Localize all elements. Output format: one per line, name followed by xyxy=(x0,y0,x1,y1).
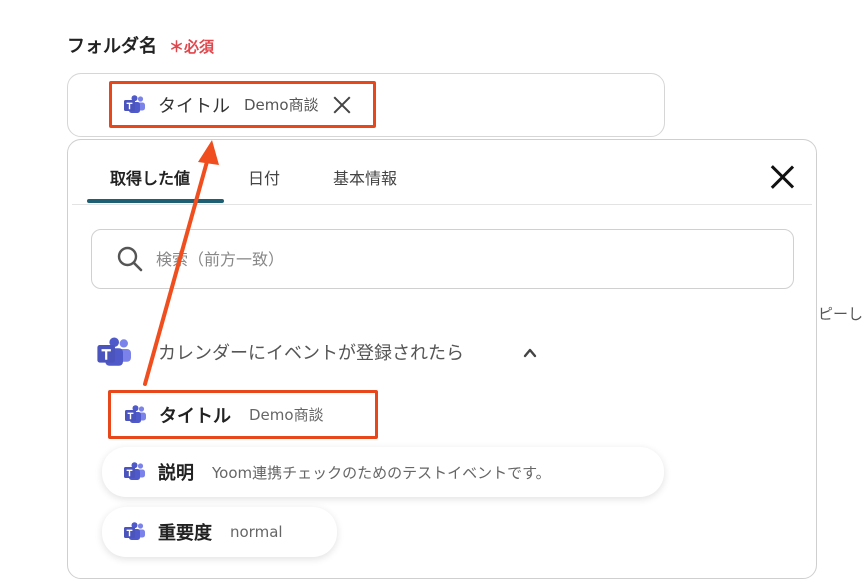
remove-chip-icon[interactable] xyxy=(331,94,353,116)
close-panel-icon[interactable] xyxy=(769,164,795,190)
search-input[interactable] xyxy=(154,248,718,270)
chip-value: Demo商談 xyxy=(244,96,319,114)
teams-icon xyxy=(124,522,145,540)
teams-icon xyxy=(124,94,145,113)
item-label: 説明 xyxy=(158,463,194,484)
list-item-title[interactable]: タイトル Demo商談 xyxy=(108,390,378,439)
search-icon xyxy=(117,246,143,272)
chip-label: タイトル xyxy=(158,95,230,117)
tab-date[interactable]: 日付 xyxy=(248,165,280,189)
teams-icon xyxy=(125,404,146,423)
item-label: 重要度 xyxy=(158,523,212,544)
required-badge: ＊必須 xyxy=(169,38,215,56)
item-value: normal xyxy=(230,523,283,541)
teams-icon xyxy=(97,337,131,366)
active-tab-indicator xyxy=(87,199,224,203)
tab-acquired-values[interactable]: 取得した値 xyxy=(110,165,190,189)
search-field[interactable] xyxy=(91,229,794,289)
section-title: カレンダーにイベントが登録されたら xyxy=(158,343,464,364)
list-item-description[interactable]: 説明 Yoom連携チェックのためのテストイベントです。 xyxy=(102,447,664,497)
item-value: Demo商談 xyxy=(249,406,324,424)
clipped-side-text: ピーし xyxy=(818,305,864,323)
chevron-up-icon[interactable] xyxy=(523,346,537,360)
tab-divider xyxy=(72,204,812,205)
teams-icon xyxy=(124,462,145,480)
field-label: フォルダ名 xyxy=(67,36,157,57)
list-item-priority[interactable]: 重要度 normal xyxy=(102,507,337,557)
selected-value-chip[interactable]: タイトル Demo商談 xyxy=(109,81,376,128)
item-label: タイトル xyxy=(159,405,231,427)
item-value: Yoom連携チェックのためのテストイベントです。 xyxy=(212,463,551,482)
tab-basic-info[interactable]: 基本情報 xyxy=(333,165,397,189)
